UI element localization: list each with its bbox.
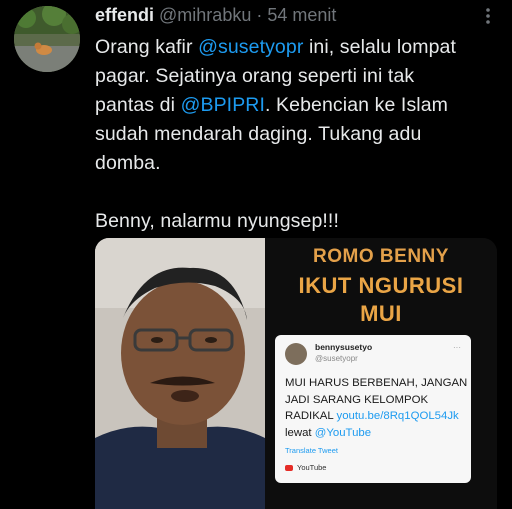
tweet-text-segment: pagar. Sejatinya orang seperti ini tak	[95, 65, 415, 87]
media-photo	[95, 238, 265, 509]
tweet-line: sudah mendarah daging. Tukang adu	[95, 120, 505, 149]
author-name[interactable]: effendi	[95, 5, 154, 25]
tweet-time[interactable]: 54 menit	[267, 5, 336, 25]
embedded-line: RADIKAL youtu.be/8Rq1QOL54Jk	[285, 408, 470, 425]
tweet-blank-line	[95, 178, 505, 207]
embedded-text-segment: JADI SARANG KELOMPOK	[285, 393, 429, 406]
tweet-text-segment: pantas di	[95, 94, 181, 116]
header-separator: ·	[256, 5, 263, 25]
tweet-line: pantas di @BPIPRI. Kebencian ke Islam	[95, 91, 505, 120]
tweet-link[interactable]: @BPIPRI	[181, 94, 265, 116]
tweet-text-segment: domba.	[95, 152, 161, 174]
tweet-line: Orang kafir @susetyopr ini, selalu lompa…	[95, 33, 505, 62]
embedded-tweet-card: bennysusetyo @susetyopr ··· MUI HARUS BE…	[275, 335, 471, 483]
tweet-header: effendi @mihrabku · 54 menit	[95, 5, 336, 26]
tweet-text-segment: Orang kafir	[95, 36, 199, 58]
tweet-text: Orang kafir @susetyopr ini, selalu lompa…	[95, 33, 505, 236]
tweet-line: pagar. Sejatinya orang seperti ini tak	[95, 62, 505, 91]
embedded-handle: @susetyopr	[315, 354, 358, 363]
tweet-media[interactable]: ROMO BENNY IKUT NGURUSI MUI bennysusetyo…	[95, 238, 497, 509]
tweet-text-segment: Benny, nalarmu nyungsep!!!	[95, 210, 339, 232]
embedded-line: lewat @YouTube	[285, 425, 470, 442]
embedded-line: MUI HARUS BERBENAH, JANGAN	[285, 375, 470, 392]
youtube-label: YouTube	[297, 463, 327, 472]
embedded-text-segment: MUI HARUS BERBENAH, JANGAN	[285, 377, 468, 389]
tweet-line: domba.	[95, 149, 505, 178]
tweet-text-segment: . Kebencian ke Islam	[265, 94, 449, 116]
translate-tweet-label: Translate Tweet	[285, 446, 338, 455]
embedded-text: MUI HARUS BERBENAH, JANGAN JADI SARANG KE…	[285, 375, 470, 441]
headline-line-2: IKUT NGURUSI	[298, 273, 464, 298]
youtube-icon	[285, 465, 293, 472]
headline-line-3: MUI	[360, 301, 402, 326]
headline-line-1: ROMO BENNY	[313, 246, 449, 267]
embedded-more-icon: ···	[453, 343, 461, 352]
tweet-link[interactable]: @susetyopr	[198, 36, 303, 58]
tweet-text-segment: ini, selalu lompat	[303, 36, 456, 58]
embedded-link: youtu.be/8Rq1QOL54Jk	[336, 410, 459, 422]
tweet-line: Benny, nalarmu nyungsep!!!	[95, 207, 505, 236]
embedded-text-segment: lewat	[285, 426, 315, 439]
more-options-icon[interactable]	[478, 6, 498, 26]
tweet-text-segment: sudah mendarah daging. Tukang adu	[95, 123, 422, 145]
author-avatar[interactable]	[14, 6, 80, 72]
embedded-name: bennysusetyo	[315, 342, 373, 352]
author-handle[interactable]: @mihrabku	[159, 5, 251, 25]
embedded-link: @YouTube	[314, 426, 372, 439]
embedded-avatar	[285, 343, 307, 365]
embedded-text-segment: RADIKAL	[285, 410, 337, 422]
headline-graphic: ROMO BENNY IKUT NGURUSI MUI bennysusetyo…	[265, 238, 497, 509]
embedded-line: JADI SARANG KELOMPOK	[285, 392, 470, 409]
youtube-source: YouTube	[285, 463, 326, 472]
